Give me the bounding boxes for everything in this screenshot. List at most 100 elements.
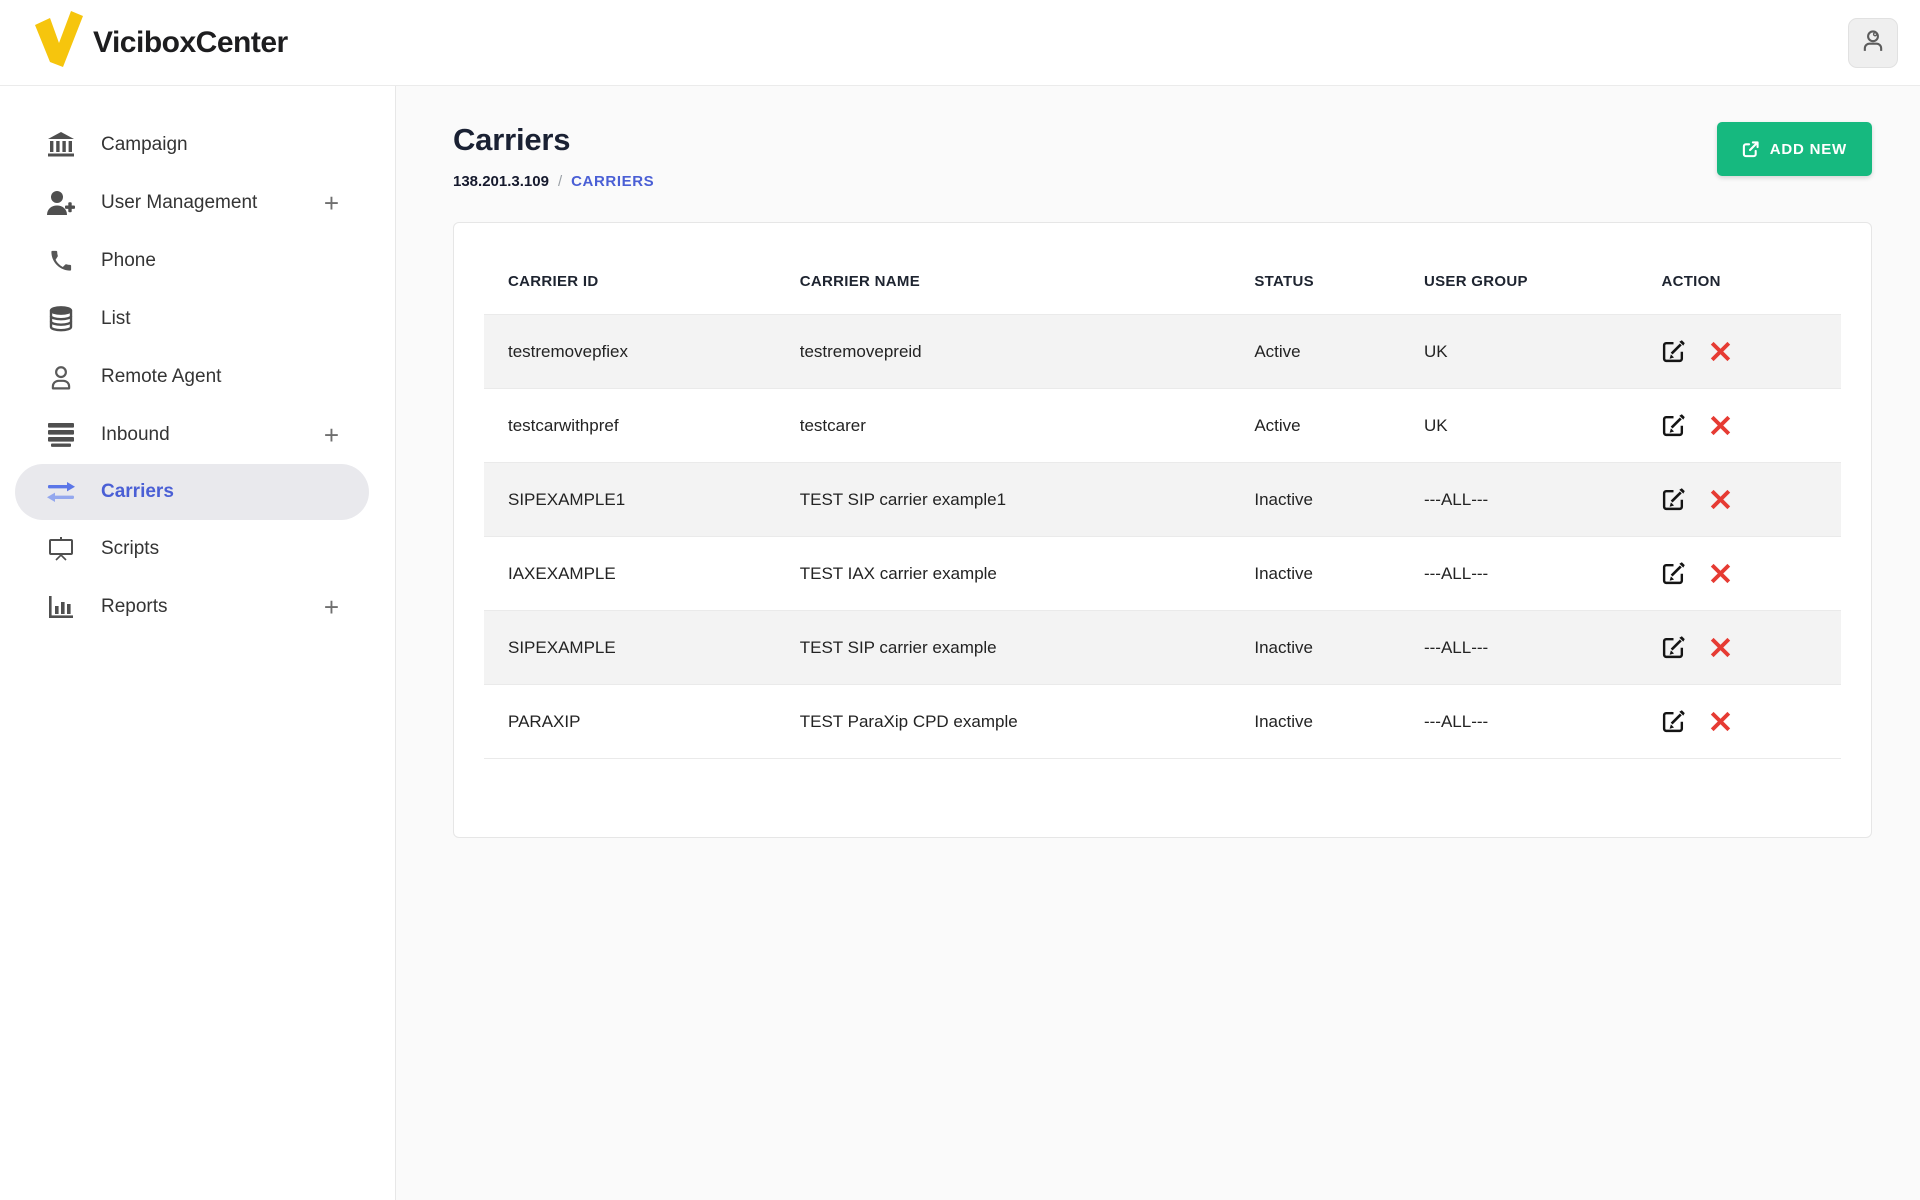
delete-button[interactable]: [1710, 415, 1731, 436]
cell-carrier-name: testremovepreid: [776, 315, 1231, 389]
expand-plus-icon[interactable]: +: [324, 594, 339, 620]
cell-carrier-name: TEST SIP carrier example: [776, 611, 1231, 685]
cell-user-group: ---ALL---: [1400, 463, 1637, 537]
column-header-carrier-name: CARRIER NAME: [776, 251, 1231, 315]
cell-carrier-id: testcarwithpref: [484, 389, 776, 463]
sidebar-item-label: Reports: [101, 596, 168, 618]
cell-action: [1637, 611, 1841, 685]
top-bar: ViciboxCenter: [0, 0, 1920, 86]
sidebar-item-label: List: [101, 308, 131, 330]
edit-button[interactable]: [1661, 709, 1686, 734]
delete-x-icon: [1710, 711, 1731, 732]
table-body: testremovepfiex testremovepreid Active U…: [484, 315, 1841, 759]
expand-plus-icon[interactable]: +: [324, 422, 339, 448]
cell-status: Inactive: [1230, 463, 1400, 537]
cell-status: Active: [1230, 389, 1400, 463]
cell-action: [1637, 537, 1841, 611]
delete-x-icon: [1710, 489, 1731, 510]
table-row: testcarwithpref testcarer Active UK: [484, 389, 1841, 463]
bar-chart-icon: [45, 594, 77, 620]
breadcrumb: 138.201.3.109 / CARRIERS: [453, 173, 654, 190]
sidebar-item-user-management[interactable]: User Management +: [0, 174, 395, 232]
sidebar-item-label: Remote Agent: [101, 366, 221, 388]
breadcrumb-separator: /: [558, 173, 562, 190]
sidebar-item-scripts[interactable]: Scripts: [0, 520, 395, 578]
delete-button[interactable]: [1710, 637, 1731, 658]
edit-icon: [1661, 487, 1686, 512]
table-row: IAXEXAMPLE TEST IAX carrier example Inac…: [484, 537, 1841, 611]
sidebar-item-label: Campaign: [101, 134, 188, 156]
cell-status: Active: [1230, 315, 1400, 389]
edit-icon: [1661, 339, 1686, 364]
user-icon: [1859, 27, 1887, 58]
delete-x-icon: [1710, 637, 1731, 658]
sidebar-item-inbound[interactable]: Inbound +: [0, 406, 395, 464]
table-row: testremovepfiex testremovepreid Active U…: [484, 315, 1841, 389]
add-new-label: ADD NEW: [1770, 141, 1847, 158]
sidebar-item-label: Inbound: [101, 424, 170, 446]
cell-status: Inactive: [1230, 537, 1400, 611]
sidebar-item-list[interactable]: List: [0, 290, 395, 348]
edit-icon: [1661, 561, 1686, 586]
table-row: SIPEXAMPLE TEST SIP carrier example Inac…: [484, 611, 1841, 685]
delete-button[interactable]: [1710, 489, 1731, 510]
delete-button[interactable]: [1710, 711, 1731, 732]
cell-carrier-name: TEST ParaXip CPD example: [776, 685, 1231, 759]
sidebar: Campaign User Management + Phone: [0, 86, 396, 1200]
sidebar-item-remote-agent[interactable]: Remote Agent: [0, 348, 395, 406]
sidebar-item-reports[interactable]: Reports +: [0, 578, 395, 636]
cell-carrier-id: SIPEXAMPLE1: [484, 463, 776, 537]
cell-user-group: ---ALL---: [1400, 611, 1637, 685]
database-icon: [45, 306, 77, 332]
column-header-carrier-id: CARRIER ID: [484, 251, 776, 315]
cell-action: [1637, 685, 1841, 759]
edit-icon: [1661, 709, 1686, 734]
cell-user-group: UK: [1400, 315, 1637, 389]
expand-plus-icon[interactable]: +: [324, 190, 339, 216]
cell-carrier-name: TEST IAX carrier example: [776, 537, 1231, 611]
presentation-icon: [45, 536, 77, 562]
cell-carrier-name: testcarer: [776, 389, 1231, 463]
sidebar-item-phone[interactable]: Phone: [0, 232, 395, 290]
cell-user-group: UK: [1400, 389, 1637, 463]
user-plus-icon: [45, 190, 77, 216]
delete-x-icon: [1710, 341, 1731, 362]
edit-button[interactable]: [1661, 635, 1686, 660]
cell-status: Inactive: [1230, 611, 1400, 685]
cell-user-group: ---ALL---: [1400, 685, 1637, 759]
column-header-user-group: USER GROUP: [1400, 251, 1637, 315]
main-content: Carriers 138.201.3.109 / CARRIERS ADD NE…: [396, 86, 1920, 1200]
delete-x-icon: [1710, 415, 1731, 436]
table-header-row: CARRIER ID CARRIER NAME STATUS USER GROU…: [484, 251, 1841, 315]
column-header-action: ACTION: [1637, 251, 1841, 315]
edit-icon: [1661, 635, 1686, 660]
edit-button[interactable]: [1661, 339, 1686, 364]
sidebar-item-label: Phone: [101, 250, 156, 272]
sidebar-item-campaign[interactable]: Campaign: [0, 116, 395, 174]
carriers-table: CARRIER ID CARRIER NAME STATUS USER GROU…: [484, 251, 1841, 759]
edit-button[interactable]: [1661, 487, 1686, 512]
delete-x-icon: [1710, 563, 1731, 584]
cell-status: Inactive: [1230, 685, 1400, 759]
exchange-arrows-icon: [45, 480, 77, 504]
sidebar-item-label: Scripts: [101, 538, 159, 560]
cell-carrier-name: TEST SIP carrier example1: [776, 463, 1231, 537]
sidebar-item-carriers[interactable]: Carriers: [15, 464, 369, 520]
add-new-button[interactable]: ADD NEW: [1717, 122, 1872, 176]
breadcrumb-current[interactable]: CARRIERS: [571, 173, 654, 190]
cell-action: [1637, 389, 1841, 463]
edit-button[interactable]: [1661, 413, 1686, 438]
server-list-icon: [45, 422, 77, 448]
phone-icon: [45, 249, 77, 273]
cell-carrier-id: PARAXIP: [484, 685, 776, 759]
carriers-card: CARRIER ID CARRIER NAME STATUS USER GROU…: [453, 222, 1872, 838]
user-avatar-button[interactable]: [1848, 18, 1898, 68]
delete-button[interactable]: [1710, 341, 1731, 362]
delete-button[interactable]: [1710, 563, 1731, 584]
cell-user-group: ---ALL---: [1400, 537, 1637, 611]
sidebar-item-label: User Management: [101, 192, 257, 214]
edit-button[interactable]: [1661, 561, 1686, 586]
page-title: Carriers: [453, 122, 654, 158]
external-link-icon: [1742, 141, 1759, 158]
column-header-status: STATUS: [1230, 251, 1400, 315]
